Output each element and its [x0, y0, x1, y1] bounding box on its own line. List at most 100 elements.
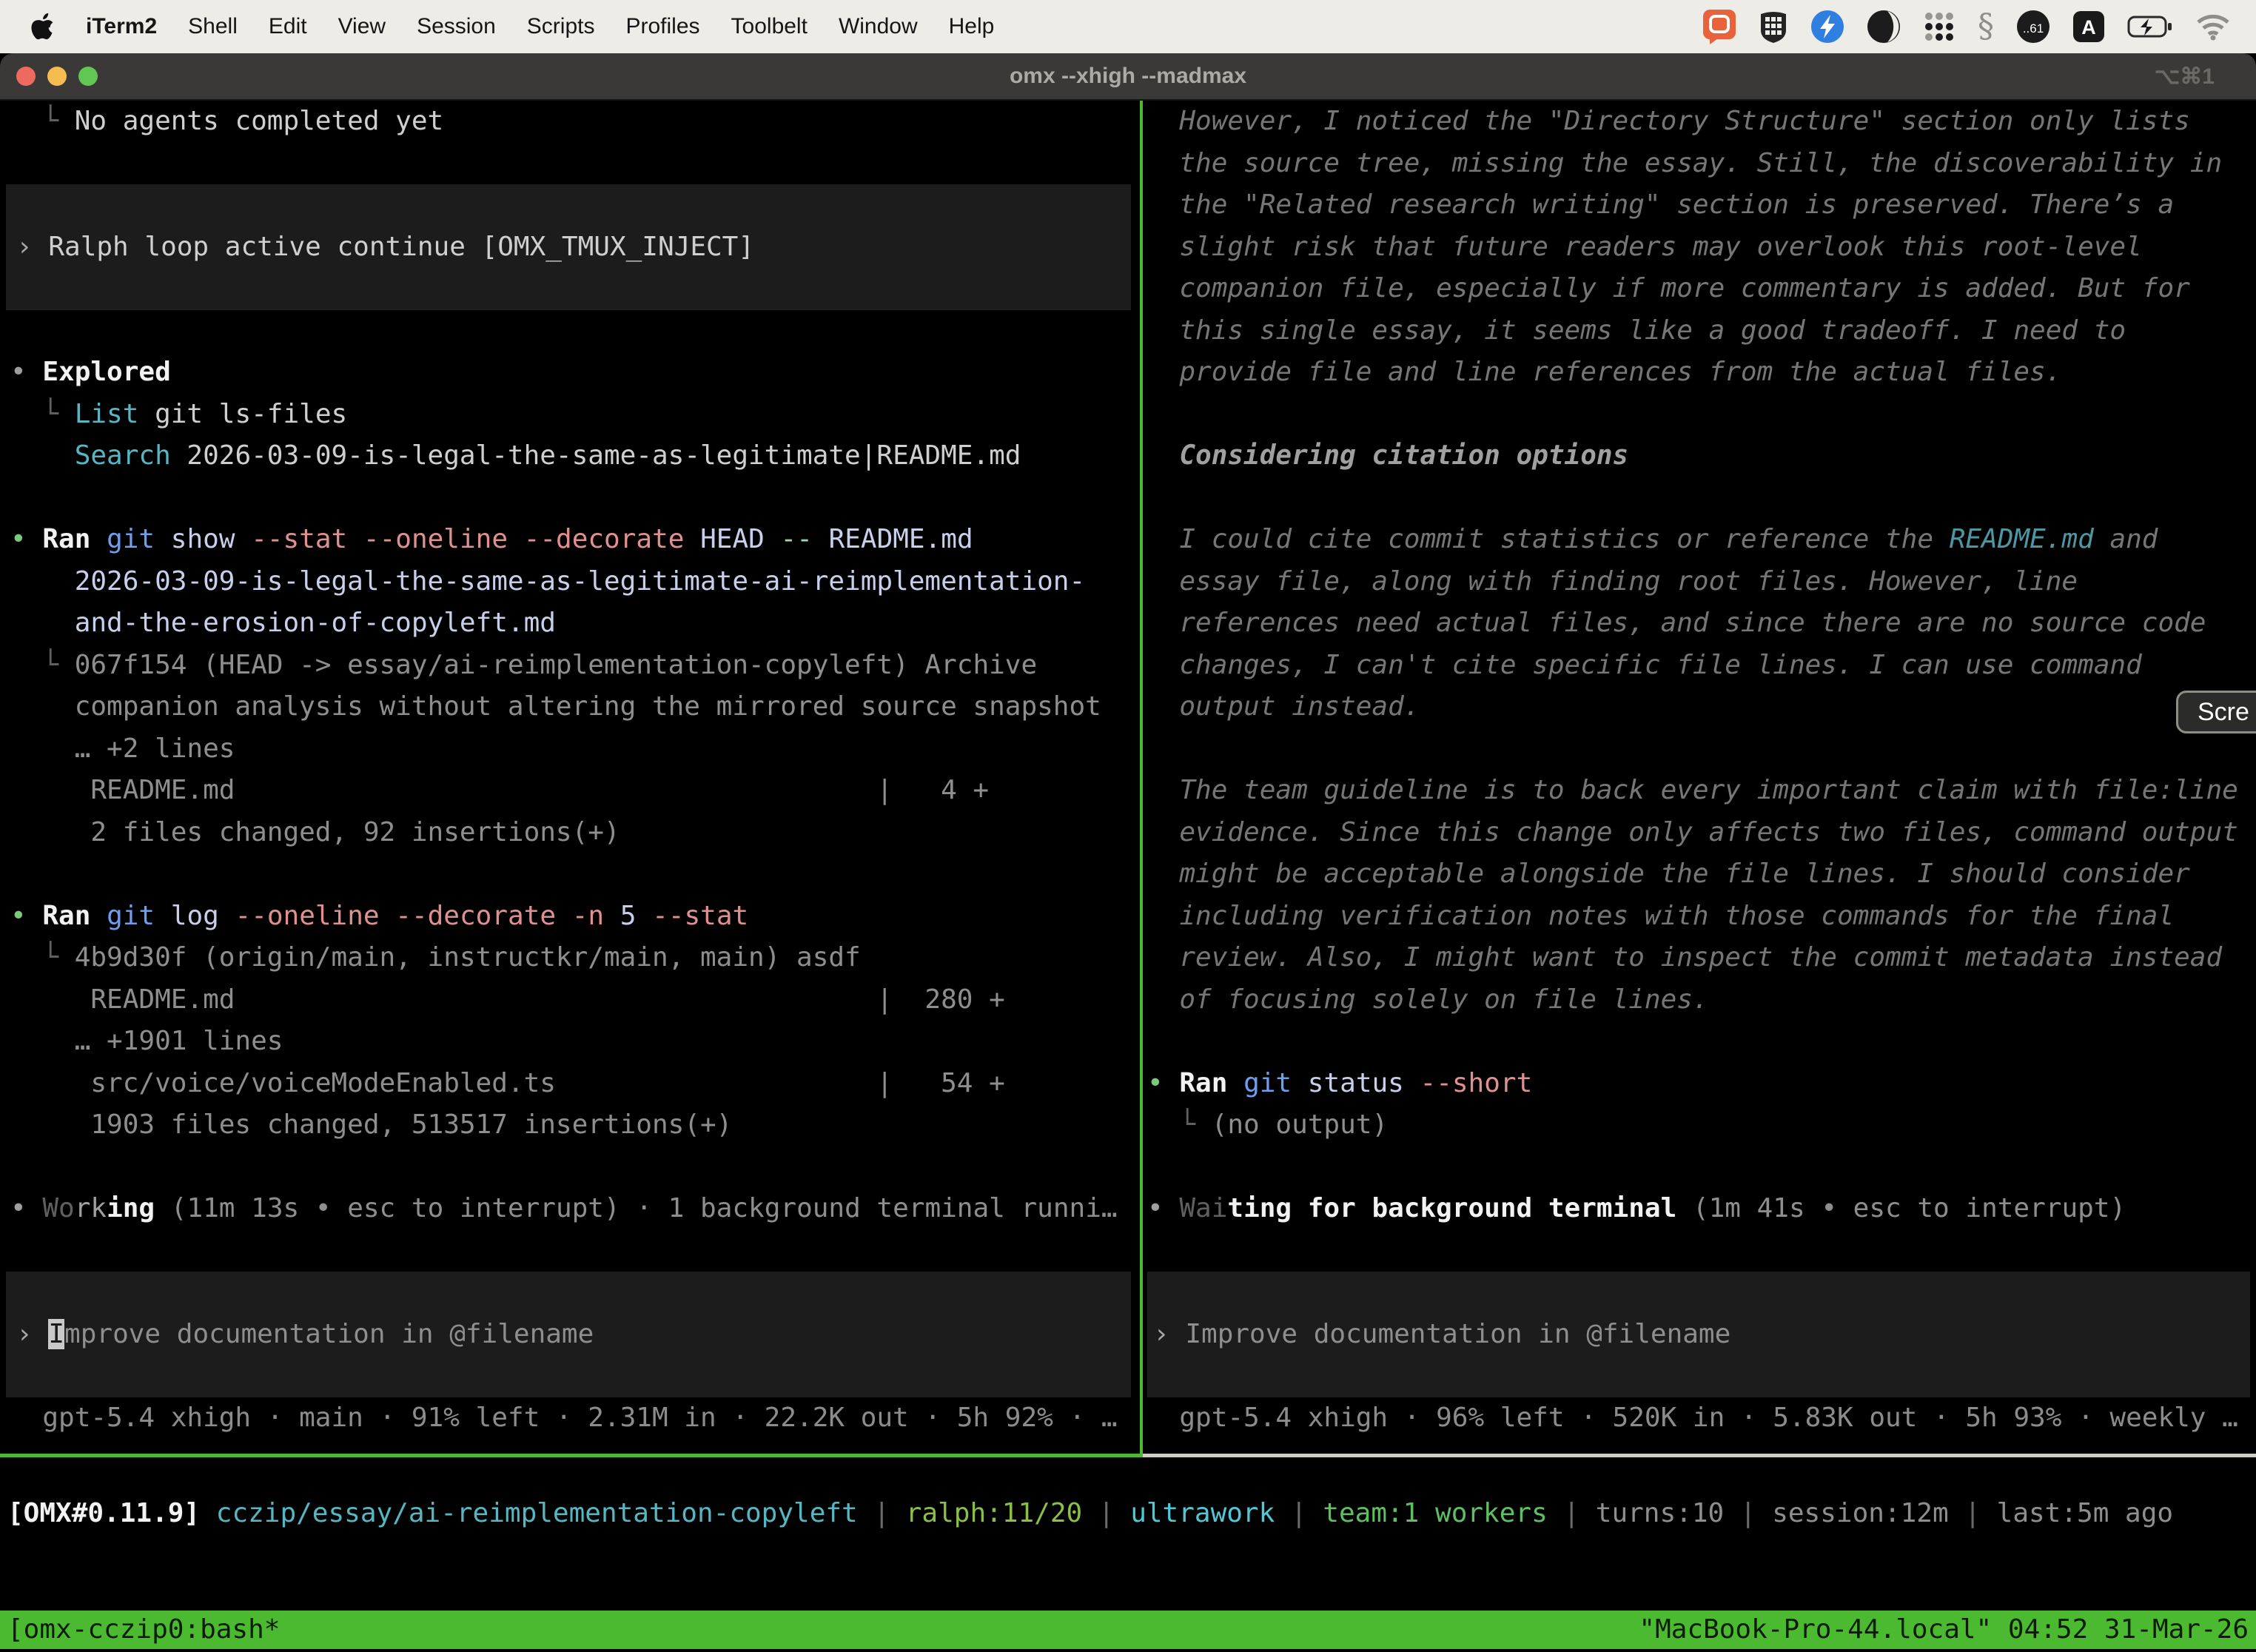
terminal-line: companion file, especially if more comme… [1147, 268, 2256, 310]
window-title: omx --xhigh --madmax [0, 64, 2256, 89]
terminal-line: review. Also, I might want to inspect th… [1147, 937, 2256, 979]
terminal-line [10, 1146, 1140, 1189]
terminal-line: README.md | 4 + [10, 770, 1140, 812]
shield-grid-icon[interactable] [1759, 10, 1788, 44]
tmux-panes: └ No agents completed yet› Ralph loop ac… [0, 101, 2256, 1454]
terminal-area: └ No agents completed yet› Ralph loop ac… [0, 101, 2256, 1652]
model-status-line: gpt-5.4 xhigh · 96% left · 520K in · 5.8… [1147, 1397, 2256, 1440]
dots-grid-icon[interactable] [1923, 10, 1955, 43]
tmux-session-label: [omx-cczip0:bash* [7, 1609, 280, 1651]
commit-line: └ 067f154 (HEAD -> essay/ai-reimplementa… [10, 645, 1140, 687]
terminal-line: provide file and line references from th… [1147, 352, 2256, 394]
menu-item-help[interactable]: Help [949, 14, 995, 39]
reasoning-text: The team guideline is to back every impo… [1147, 770, 2256, 812]
menu-item-edit[interactable]: Edit [269, 14, 307, 39]
tmux-host-clock-label: "MacBook-Pro-44.local" 04:52 31-Mar-26 [1639, 1609, 2249, 1651]
terminal-line [10, 853, 1140, 896]
prompt-input[interactable]: › Improve documentation in @filename [1147, 1314, 2250, 1356]
explored-header: • Explored [10, 352, 1140, 394]
terminal-line [10, 143, 1140, 185]
terminal-line [10, 310, 1140, 352]
traffic-lights [0, 67, 98, 86]
terminal-line [6, 1355, 1131, 1397]
terminal-line [1147, 1021, 2256, 1063]
section-squiggle-icon[interactable]: § [1978, 10, 1994, 43]
right-agent-pane[interactable]: However, I noticed the "Directory Struct… [1143, 101, 2256, 1454]
output-line: └ (no output) [1147, 1104, 2256, 1146]
svg-text:A: A [2081, 16, 2096, 38]
menu-item-window[interactable]: Window [839, 14, 918, 39]
badge-61-icon[interactable]: ..61 [2016, 10, 2050, 44]
screen-share-overlay: Scre [2176, 691, 2256, 733]
battery-icon[interactable] [2127, 15, 2173, 38]
terminal-line: 2 files changed, 92 insertions(+) [10, 812, 1140, 854]
terminal-line [10, 477, 1140, 520]
terminal-line [6, 1272, 1131, 1314]
tmux-status-bar: [omx-cczip0:bash* "MacBook-Pro-44.local"… [0, 1611, 2256, 1649]
menu-item-profiles[interactable]: Profiles [625, 14, 699, 39]
menu-item-iterm2[interactable]: iTerm2 [86, 14, 157, 39]
terminal-line: might be acceptable alongside the file l… [1147, 853, 2256, 896]
terminal-line: references need actual files, and since … [1147, 602, 2256, 645]
terminal-line [6, 184, 1131, 226]
terminal-line [1147, 1146, 2256, 1189]
lightning-badge-icon[interactable] [1810, 10, 1844, 44]
terminal-line: companion analysis without altering the … [10, 686, 1140, 728]
terminal-line [1147, 477, 2256, 520]
terminal-line [1147, 1272, 2250, 1314]
terminal-line [10, 1230, 1140, 1272]
command-line: • Ran git log --oneline --decorate -n 5 … [10, 896, 1140, 938]
menu-item-shell[interactable]: Shell [188, 14, 238, 39]
menubar: iTerm2 Shell Edit View Session Scripts Profile… [0, 0, 2256, 53]
zoom-button[interactable] [78, 67, 98, 86]
close-button[interactable] [16, 67, 36, 86]
terminal-line [1147, 1230, 2256, 1272]
terminal-line: 1903 files changed, 513517 insertions(+) [10, 1104, 1140, 1146]
terminal-line: evidence. Since this change only affects… [1147, 812, 2256, 854]
terminal-line: of focusing solely on file lines. [1147, 979, 2256, 1021]
terminal-line: the "Related research writing" section i… [1147, 184, 2256, 226]
window-shortcut-badge: ⌥⌘1 [2155, 64, 2256, 90]
terminal-line: src/voice/voiceModeEnabled.ts | 54 + [10, 1063, 1140, 1105]
svg-text:..61: ..61 [2023, 21, 2044, 36]
menu-item-session[interactable]: Session [417, 14, 496, 39]
omx-status-line: [OMX#0.11.9] cczip/essay/ai-reimplementa… [0, 1457, 2256, 1535]
iterm2-window: omx --xhigh --madmax ⌥⌘1 └ No agents com… [0, 53, 2256, 1652]
prompt-input[interactable]: › Improve documentation in @filename [6, 1314, 1131, 1356]
waiting-status-line: • Waiting for background terminal (1m 41… [1147, 1188, 2256, 1230]
window-titlebar: omx --xhigh --madmax ⌥⌘1 [0, 53, 2256, 101]
terminal-line: slight risk that future readers may over… [1147, 226, 2256, 269]
explored-search-line: Search 2026-03-09-is-legal-the-same-as-l… [10, 435, 1140, 477]
menu-items: iTerm2 Shell Edit View Session Scripts Profile… [86, 14, 994, 39]
reasoning-heading: Considering citation options [1147, 435, 2256, 477]
keyboard-a-icon[interactable]: A [2072, 10, 2105, 43]
terminal-line [1147, 1355, 2250, 1397]
terminal-line: README.md | 280 + [10, 979, 1140, 1021]
working-status-line: • Working (11m 13s • esc to interrupt) ·… [10, 1188, 1140, 1230]
menu-item-toolbelt[interactable]: Toolbelt [731, 14, 808, 39]
terminal-line: essay file, along with finding root file… [1147, 561, 2256, 603]
menu-item-scripts[interactable]: Scripts [527, 14, 595, 39]
wifi-icon[interactable] [2195, 13, 2231, 41]
terminal-line: … +1901 lines [10, 1021, 1140, 1063]
left-agent-pane[interactable]: └ No agents completed yet› Ralph loop ac… [0, 101, 1140, 1454]
terminal-line: changes, I can't cite specific file line… [1147, 645, 2256, 687]
terminal-line: the source tree, missing the essay. Stil… [1147, 143, 2256, 185]
terminal-line: this single essay, it seems like a good … [1147, 310, 2256, 352]
terminal-line: including verification notes with those … [1147, 896, 2256, 938]
reasoning-text: I could cite commit statistics or refere… [1147, 519, 2256, 561]
chat-bubble-icon[interactable] [1702, 9, 1736, 44]
terminal-line: … +2 lines [10, 728, 1140, 770]
terminal-line [1147, 728, 2256, 770]
command-line: • Ran git show --stat --oneline --decora… [10, 519, 1140, 561]
crescent-icon[interactable] [1867, 10, 1901, 44]
terminal-line: 2026-03-09-is-legal-the-same-as-legitima… [10, 561, 1140, 603]
terminal-line: and-the-erosion-of-copyleft.md [10, 602, 1140, 645]
model-status-line: gpt-5.4 xhigh · main · 91% left · 2.31M … [10, 1397, 1140, 1440]
menu-item-view[interactable]: View [338, 14, 386, 39]
apple-icon[interactable] [31, 13, 55, 41]
terminal-line [1147, 394, 2256, 436]
minimize-button[interactable] [47, 67, 67, 86]
ralph-loop-banner: › Ralph loop active continue [OMX_TMUX_I… [6, 226, 1131, 269]
terminal-line: output instead. [1147, 686, 2256, 728]
